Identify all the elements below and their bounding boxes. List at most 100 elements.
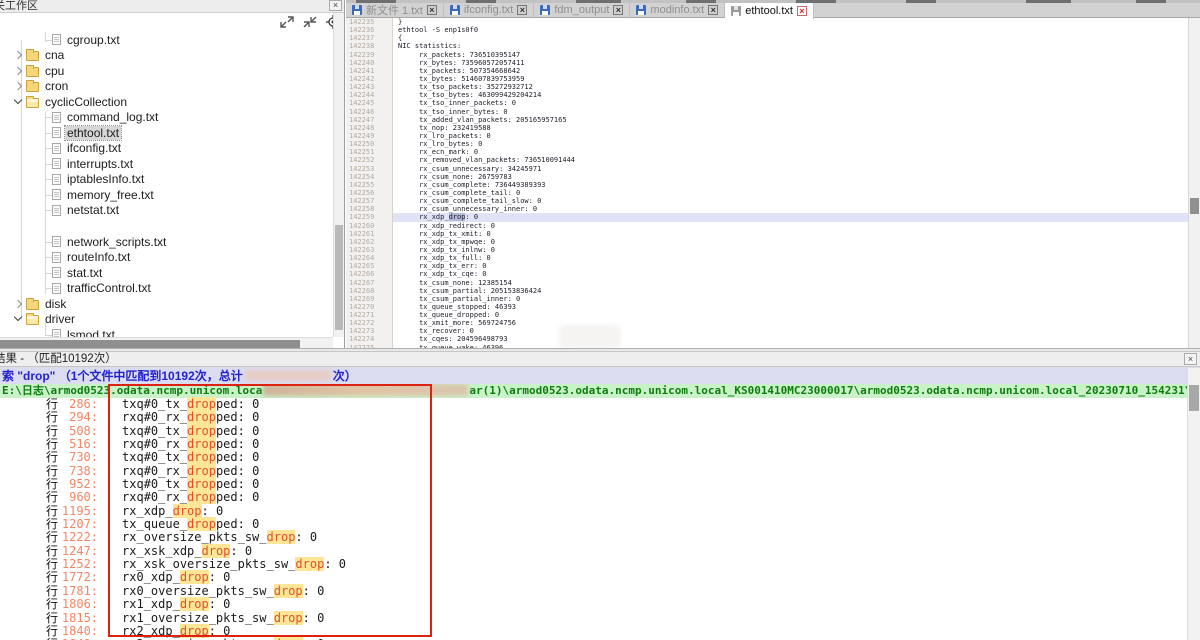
search-result-row[interactable]: 行1247:rx_xsk_xdp_drop: 0 <box>0 545 1200 558</box>
result-line-number: 730: <box>58 451 98 464</box>
search-result-row[interactable]: 行508:txq#0_tx_dropped: 0 <box>0 425 1200 438</box>
search-result-row[interactable]: 行952:txq#0_tx_dropped: 0 <box>0 478 1200 491</box>
editor-line: 142235} <box>346 18 1188 26</box>
chevron-down-icon[interactable] <box>14 315 22 323</box>
match-highlight: drop <box>267 530 296 544</box>
save-icon <box>540 5 550 15</box>
editor-vertical-scrollbar[interactable] <box>1188 18 1200 348</box>
app-window: 关工作区 × cgroup.txtcnacpucroncyclicCollect… <box>0 0 1200 640</box>
tab-close-icon[interactable]: × <box>427 5 437 15</box>
editor-tab-ethtool.txt[interactable]: ethtool.txt× <box>725 3 814 19</box>
scrollbar-thumb[interactable] <box>0 340 300 348</box>
tree-item-memory_free.txt[interactable]: memory_free.txt <box>0 187 333 203</box>
tree-item-iptablesInfo.txt[interactable]: iptablesInfo.txt <box>0 172 333 188</box>
tree-item-ethtool.txt[interactable]: ethtool.txt <box>0 125 333 141</box>
tree-item-stat.txt[interactable]: stat.txt <box>0 265 333 281</box>
search-result-row[interactable]: 行294:rxq#0_rx_dropped: 0 <box>0 411 1200 424</box>
chevron-right-icon[interactable] <box>14 82 22 90</box>
editor-tabbar: 新文件 1.txt×ifconfig.txt×fdm_output×modinf… <box>346 3 1200 18</box>
editor-line: 142254 rx_csum_none: 26759783 <box>346 173 1188 181</box>
search-result-row[interactable]: 行1781:rx0_oversize_pkts_sw_drop: 0 <box>0 585 1200 598</box>
scrollbar-thumb[interactable] <box>335 225 343 330</box>
row-label: 行 <box>46 612 58 625</box>
tree-item-driver[interactable]: driver <box>0 312 333 328</box>
editor-tab-fdm_output[interactable]: fdm_output× <box>534 3 630 17</box>
line-number: 142242 <box>346 75 393 83</box>
result-text: rxq#0_rx_dropped: 0 <box>122 491 259 504</box>
search-result-row[interactable]: 行286:txq#0_tx_dropped: 0 <box>0 398 1200 411</box>
match-highlight: drop <box>187 437 216 451</box>
tree-vertical-scrollbar[interactable] <box>333 13 344 337</box>
close-icon[interactable]: × <box>329 0 342 11</box>
search-result-row[interactable]: 行730:txq#0_tx_dropped: 0 <box>0 451 1200 464</box>
close-icon[interactable]: × <box>1184 353 1197 365</box>
match-highlight: drop <box>187 450 216 464</box>
tree-item-label: ethtool.txt <box>65 126 121 140</box>
line-text: rx_csum_complete: 736449389393 <box>393 181 1188 189</box>
expand-all-icon[interactable] <box>280 16 294 28</box>
tree-item-cpu[interactable]: cpu <box>0 63 333 79</box>
workspace-panel: 关工作区 × cgroup.txtcnacpucroncyclicCollect… <box>0 0 345 350</box>
tree-item-interrupts.txt[interactable]: interrupts.txt <box>0 156 333 172</box>
results-vertical-scrollbar[interactable] <box>1187 368 1200 640</box>
tab-close-icon[interactable]: × <box>797 6 807 16</box>
tree-item-network_scripts.txt[interactable]: network_scripts.txt <box>0 234 333 250</box>
file-icon <box>52 158 61 169</box>
result-line-number: 1195: <box>58 505 98 518</box>
collapse-all-icon[interactable] <box>303 16 317 28</box>
tree-item-disk[interactable]: disk <box>0 296 333 312</box>
chevron-down-icon[interactable] <box>14 98 22 106</box>
search-result-row[interactable]: 行1195:rx_xdp_drop: 0 <box>0 505 1200 518</box>
row-label: 行 <box>46 398 58 411</box>
tree-item-netstat.txt[interactable]: netstat.txt <box>0 203 333 219</box>
tab-close-icon[interactable]: × <box>708 5 718 15</box>
line-number: 142266 <box>346 270 393 278</box>
tree-item-label: network_scripts.txt <box>65 235 168 249</box>
result-line-number: 1772: <box>58 571 98 584</box>
tree-item-command_log.txt[interactable]: command_log.txt <box>0 110 333 126</box>
line-text: tx_nop: 232419588 <box>393 124 1188 132</box>
tree-item-lsmod.txt[interactable]: lsmod.txt <box>0 327 333 337</box>
tree-item-cyclicCollection[interactable]: cyclicCollection <box>0 94 333 110</box>
tree-item-ifconfig.txt[interactable]: ifconfig.txt <box>0 141 333 157</box>
scrollbar-thumb[interactable] <box>1189 385 1199 411</box>
search-result-row[interactable]: 行1252:rx_xsk_oversize_pkts_sw_drop: 0 <box>0 558 1200 571</box>
tree-item-trafficControl.txt[interactable]: trafficControl.txt <box>0 281 333 297</box>
results-header: 结果 - （匹配10192次） × <box>0 352 1200 367</box>
row-label: 行 <box>46 598 58 611</box>
line-number: 142243 <box>346 83 393 91</box>
file-icon <box>52 143 61 154</box>
search-result-row[interactable]: 行516:rxq#0_rx_dropped: 0 <box>0 438 1200 451</box>
editor-tab-modinfo.txt[interactable]: modinfo.txt× <box>630 3 725 17</box>
editor-line: 142260 rx_xdp_redirect: 0 <box>346 222 1188 230</box>
search-result-row[interactable]: 行738:rxq#0_rx_dropped: 0 <box>0 465 1200 478</box>
workspace-tree: cgroup.txtcnacpucroncyclicCollectioncomm… <box>0 30 333 337</box>
line-text: tx_bytes: 514607839753959 <box>393 75 1188 83</box>
line-text: tx_packets: 507354668642 <box>393 67 1188 75</box>
editor-code-area[interactable]: 142235}142236ethtool -S enp1s0f0142237{1… <box>346 18 1188 348</box>
tree-item-cgroup.txt[interactable]: cgroup.txt <box>0 32 333 48</box>
tab-close-icon[interactable]: × <box>613 5 623 15</box>
result-file-path[interactable]: E:\日志\armod0523.odata.ncmp.unicom.locaar… <box>0 384 1200 398</box>
tree-item-routeInfo.txt[interactable]: routeInfo.txt <box>0 250 333 266</box>
search-result-row[interactable]: 行1772:rx0_xdp_drop: 0 <box>0 571 1200 584</box>
search-result-row[interactable]: 行1815:rx1_oversize_pkts_sw_drop: 0 <box>0 612 1200 625</box>
tree-item-cron[interactable]: cron <box>0 79 333 95</box>
line-number: 142239 <box>346 51 393 59</box>
file-path-suffix: ar(1)\armod0523.odata.ncmp.unicom.local_… <box>469 384 1200 397</box>
search-result-row[interactable]: 行1222:rx_oversize_pkts_sw_drop: 0 <box>0 531 1200 544</box>
search-result-row[interactable]: 行1207:tx_queue_dropped: 0 <box>0 518 1200 531</box>
scrollbar-thumb[interactable] <box>1190 198 1199 214</box>
chevron-right-icon[interactable] <box>14 67 22 75</box>
search-result-row[interactable]: 行1840:rx2_xdp_drop: 0 <box>0 625 1200 638</box>
tab-close-icon[interactable]: × <box>517 5 527 15</box>
line-text: rx_lro_bytes: 0 <box>393 140 1188 148</box>
search-result-row[interactable]: 行960:rxq#0_rx_dropped: 0 <box>0 491 1200 504</box>
chevron-right-icon[interactable] <box>14 300 22 308</box>
tree-item-cna[interactable]: cna <box>0 48 333 64</box>
editor-tab-ifconfig.txt[interactable]: ifconfig.txt× <box>444 3 535 17</box>
chevron-right-icon[interactable] <box>14 51 22 59</box>
editor-tab-新文件 1.txt[interactable]: 新文件 1.txt× <box>346 3 444 17</box>
search-result-row[interactable]: 行1806:rx1_xdp_drop: 0 <box>0 598 1200 611</box>
match-highlight: drop <box>187 477 216 491</box>
